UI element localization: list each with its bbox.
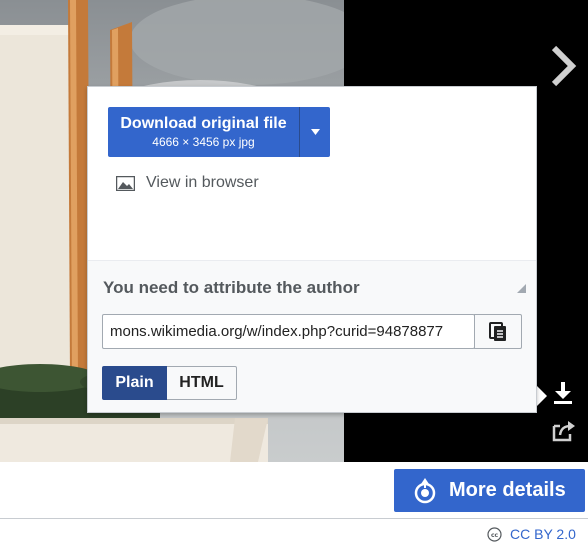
clipboard-copy-icon xyxy=(489,321,506,341)
download-size-dropdown[interactable] xyxy=(300,107,330,157)
share-icon[interactable] xyxy=(552,420,576,442)
download-icon[interactable] xyxy=(552,381,574,405)
chevron-right-icon[interactable] xyxy=(546,44,580,88)
format-plain-button[interactable]: Plain xyxy=(102,366,167,400)
commons-logo-icon xyxy=(414,477,436,503)
cc-icon: cc xyxy=(487,526,502,542)
more-details-button[interactable]: More details xyxy=(394,469,585,512)
download-original-button[interactable]: Download original file 4666 × 3456 px jp… xyxy=(108,107,300,157)
format-html-button[interactable]: HTML xyxy=(167,366,237,400)
license-label: CC BY 2.0 xyxy=(510,526,576,542)
download-popup: Download original file 4666 × 3456 px jp… xyxy=(87,86,537,413)
license-link[interactable]: cc CC BY 2.0 xyxy=(487,526,576,542)
download-file-details: 4666 × 3456 px jpg xyxy=(152,135,255,149)
attribution-panel: You need to attribute the author mons.wi… xyxy=(88,260,536,412)
svg-text:cc: cc xyxy=(491,532,499,539)
view-in-browser-label: View in browser xyxy=(146,174,259,191)
view-in-browser-link[interactable]: View in browser xyxy=(116,174,259,192)
attribution-title: You need to attribute the author xyxy=(103,278,360,297)
image-icon xyxy=(116,175,135,191)
caret-down-icon xyxy=(310,129,320,135)
download-original-label: Download original file xyxy=(120,115,287,132)
download-split-button: Download original file 4666 × 3456 px jp… xyxy=(108,107,330,157)
footer-divider xyxy=(0,518,588,519)
more-details-label: More details xyxy=(449,479,566,501)
attribution-format-toggle: Plain HTML xyxy=(102,366,237,400)
triangle-collapse-icon[interactable] xyxy=(517,284,526,293)
copy-attribution-button[interactable] xyxy=(474,314,522,349)
attribution-text-field[interactable]: mons.wikimedia.org/w/index.php?curid=948… xyxy=(102,314,475,349)
